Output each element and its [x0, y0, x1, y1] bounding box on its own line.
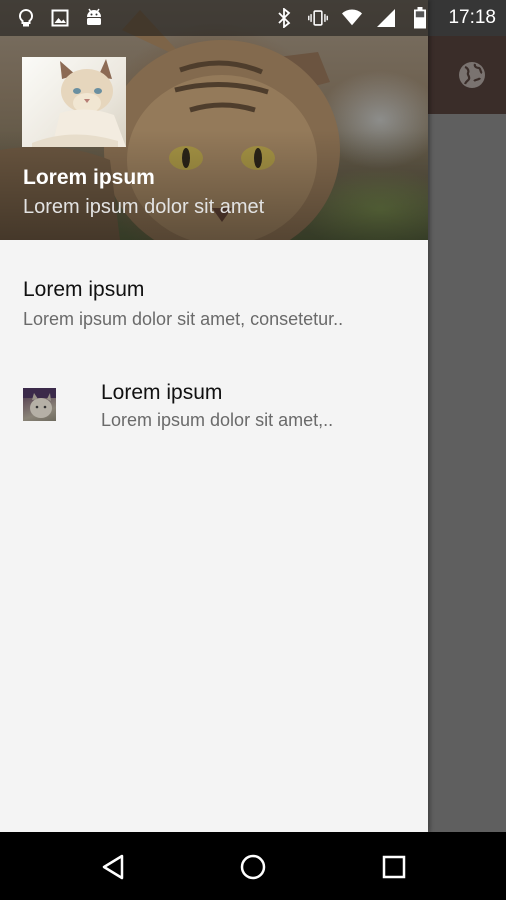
list-item-subtitle: Lorem ipsum dolor sit amet,.. — [101, 410, 334, 430]
image-icon — [50, 8, 70, 28]
drawer-header: Lorem ipsum Lorem ipsum dolor sit amet — [0, 0, 428, 240]
list-item-thumbnail — [23, 388, 56, 421]
header-subtitle: Lorem ipsum dolor sit amet — [23, 196, 265, 218]
status-time: 17:18 — [448, 7, 496, 28]
list-item-title: Lorem ipsum — [101, 381, 223, 404]
navigation-bar — [0, 832, 506, 900]
list-item-subtitle: Lorem ipsum dolor sit amet, consetetur.. — [23, 309, 344, 329]
vibrate-icon — [308, 8, 329, 28]
status-bar: 17:18 — [0, 0, 506, 36]
signal-icon — [376, 8, 396, 28]
home-icon[interactable] — [238, 852, 268, 882]
lightbulb-icon — [16, 8, 36, 28]
drawer-list-item[interactable]: Lorem ipsum Lorem ipsum dolor sit amet,.… — [0, 365, 428, 455]
wifi-icon — [342, 8, 363, 28]
status-left-icons — [16, 8, 104, 28]
globe-icon[interactable] — [458, 61, 486, 89]
recents-icon[interactable] — [379, 852, 409, 882]
back-icon[interactable] — [98, 852, 128, 882]
status-right-icons: 17:18 — [274, 7, 496, 29]
battery-icon — [410, 7, 430, 29]
profile-avatar[interactable] — [22, 57, 126, 147]
android-icon — [84, 8, 104, 28]
drawer-scrim[interactable] — [428, 114, 506, 832]
navigation-drawer: Lorem ipsum Lorem ipsum dolor sit amet L… — [0, 0, 428, 832]
list-item-title: Lorem ipsum — [23, 278, 145, 301]
drawer-list-item[interactable]: Lorem ipsum Lorem ipsum dolor sit amet, … — [0, 260, 428, 350]
header-title: Lorem ipsum — [23, 166, 155, 189]
bluetooth-icon — [274, 8, 294, 28]
